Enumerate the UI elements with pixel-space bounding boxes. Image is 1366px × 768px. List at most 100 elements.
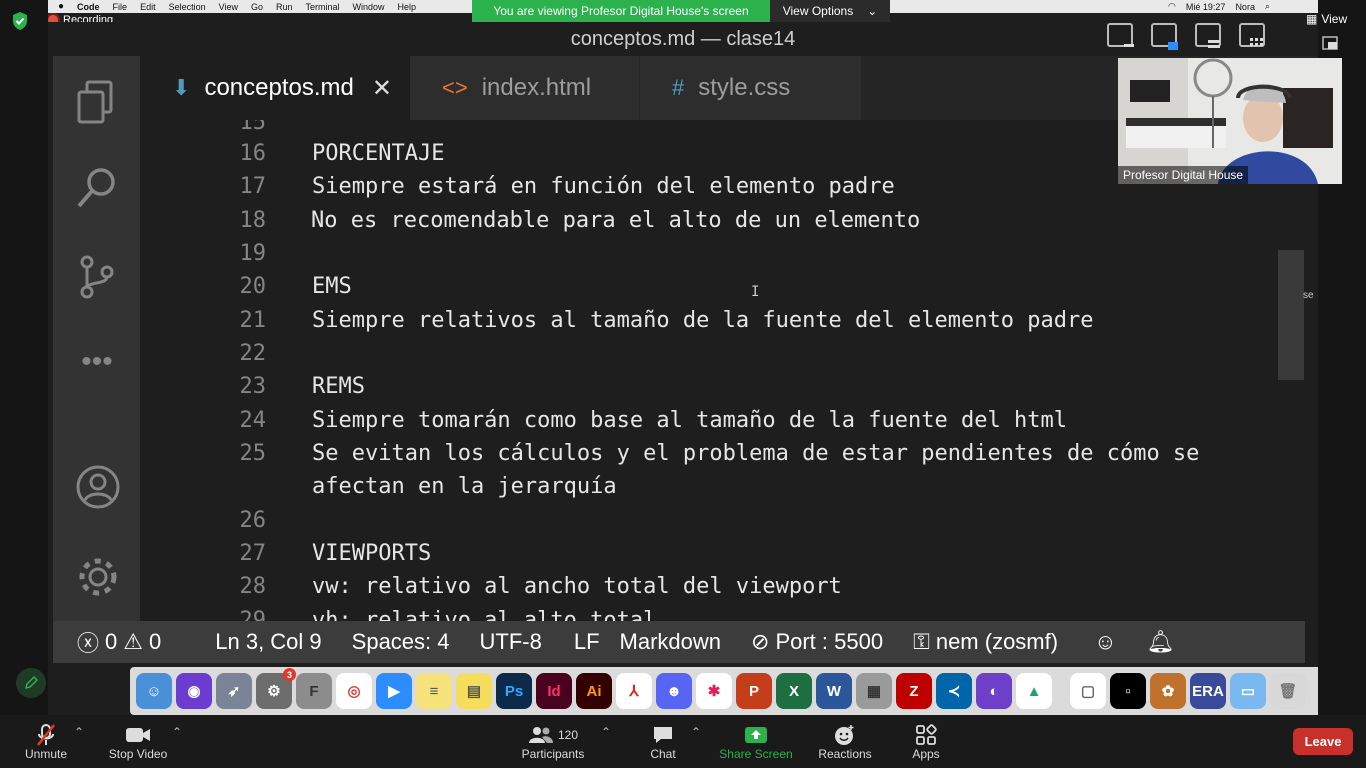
preview-icon[interactable]: ▢ xyxy=(1070,673,1106,709)
tab-index-html[interactable]: <> index.html xyxy=(410,56,639,120)
feedback-icon[interactable]: ☺ xyxy=(1094,629,1116,655)
filezilla-icon[interactable]: Z xyxy=(896,673,932,709)
menu-file[interactable]: File xyxy=(113,2,128,12)
drive-icon[interactable]: ▲ xyxy=(1016,673,1052,709)
code-line[interactable]: vw: relativo al ancho total del viewport xyxy=(312,574,842,599)
font-app-icon[interactable]: F xyxy=(296,673,332,709)
vscode-icon[interactable]: ≺ xyxy=(936,673,972,709)
menu-help[interactable]: Help xyxy=(398,2,417,12)
github-desktop-icon[interactable]: ◐ xyxy=(976,673,1012,709)
source-control-icon[interactable] xyxy=(75,254,119,299)
end-of-line[interactable]: LF xyxy=(574,629,600,655)
photoshop-icon[interactable]: Ps xyxy=(496,673,532,709)
code-editor[interactable]: 15 16 PORCENTAJE 17 Siempre estará en fu… xyxy=(140,120,1318,621)
search-icon[interactable] xyxy=(75,166,119,210)
code-line[interactable]: No es recomendable para el alto de un el… xyxy=(311,208,920,233)
gallery-view-icon[interactable] xyxy=(1238,22,1268,52)
leave-meeting-button[interactable]: Leave xyxy=(1293,728,1353,755)
encoding[interactable]: UTF-8 xyxy=(480,629,542,655)
settings-gear-icon[interactable] xyxy=(75,554,119,598)
notes-icon[interactable]: ≡ xyxy=(416,673,452,709)
menu-window[interactable]: Window xyxy=(353,2,385,12)
menu-view[interactable]: View xyxy=(219,2,238,12)
chrome-icon[interactable]: ◎ xyxy=(336,673,372,709)
line-number: 18 xyxy=(239,208,267,233)
multi-speaker-icon[interactable] xyxy=(1194,22,1224,52)
apps-button[interactable]: Apps xyxy=(904,715,948,768)
account-icon[interactable] xyxy=(75,464,120,509)
menu-edit[interactable]: Edit xyxy=(140,2,156,12)
code-line[interactable]: Se evitan los cálculos y el problema de … xyxy=(312,441,1199,466)
tab-style-css[interactable]: # style.css xyxy=(639,56,861,120)
calculator-icon[interactable]: ▦ xyxy=(856,673,892,709)
code-line[interactable]: Siempre estará en función del elemento p… xyxy=(312,174,895,199)
apple-icon[interactable]: ● xyxy=(58,1,64,12)
annotate-pencil-icon[interactable] xyxy=(16,668,46,698)
menu-selection[interactable]: Selection xyxy=(169,2,206,12)
participants-button[interactable]: 120 Participants xyxy=(520,715,586,768)
chat-chevron-icon[interactable]: ⌃ xyxy=(691,725,701,739)
code-line[interactable]: Siempre tomarán como base al tamaño de l… xyxy=(312,408,1067,433)
unmute-button[interactable]: Unmute xyxy=(18,715,74,768)
participants-chevron-icon[interactable]: ⌃ xyxy=(601,725,611,739)
excel-icon[interactable]: X xyxy=(776,673,812,709)
code-line[interactable]: VIEWPORTS xyxy=(312,541,431,566)
finder-icon[interactable]: ☺ xyxy=(136,673,172,709)
folder-icon[interactable]: ▭ xyxy=(1230,673,1266,709)
zoom-icon[interactable]: ▶ xyxy=(376,673,412,709)
menu-go[interactable]: Go xyxy=(251,2,263,12)
audio-options-chevron-icon[interactable]: ⌃ xyxy=(74,725,84,739)
view-button[interactable]: ▦ View xyxy=(1306,12,1347,26)
close-tab-icon[interactable]: ✕ xyxy=(372,74,392,103)
clock[interactable]: Mié 19:27 xyxy=(1186,2,1226,12)
menu-terminal[interactable]: Terminal xyxy=(306,2,340,12)
slack-icon[interactable]: ✱ xyxy=(696,673,732,709)
speaker-view-icon[interactable] xyxy=(1106,22,1136,52)
acrobat-icon[interactable]: ⅄ xyxy=(616,673,652,709)
security-shield-icon[interactable] xyxy=(11,11,29,36)
code-line-wrapped[interactable]: afectan en la jerarquía xyxy=(312,474,617,499)
discord-icon[interactable]: ☻ xyxy=(656,673,692,709)
problems-indicator[interactable]: ⓧ 0 ⚠ 0 xyxy=(77,626,161,658)
remote-user[interactable]: ⚿ nem (zosmf) xyxy=(913,629,1058,655)
code-line[interactable]: Siempre relativos al tamaño de la fuente… xyxy=(312,308,1093,333)
wifi-icon[interactable]: ◠ xyxy=(1168,1,1176,12)
stickies-icon[interactable]: ▤ xyxy=(456,673,492,709)
code-line[interactable]: REMS xyxy=(312,374,365,399)
menubar-app-name[interactable]: Code xyxy=(77,2,100,12)
photo-icon[interactable]: ✿ xyxy=(1150,673,1186,709)
word-icon[interactable]: W xyxy=(816,673,852,709)
siri-icon[interactable]: ◉ xyxy=(176,673,212,709)
trash-icon[interactable]: 🗑︎ xyxy=(1270,673,1306,709)
code-line[interactable]: EMS xyxy=(312,274,352,299)
terminal-app-icon[interactable]: ▫ xyxy=(1110,673,1146,709)
editor-scrollbar-thumb[interactable] xyxy=(1278,250,1304,380)
era-icon[interactable]: ERA xyxy=(1190,673,1226,709)
more-icon[interactable]: ••• xyxy=(75,347,119,396)
video-options-chevron-icon[interactable]: ⌃ xyxy=(172,725,182,739)
chat-button[interactable]: Chat xyxy=(642,715,684,768)
code-line[interactable]: vh: relativo al alto total xyxy=(312,608,656,621)
menubar-user[interactable]: Nora xyxy=(1235,2,1255,12)
minimize-thumbnail-icon[interactable] xyxy=(1322,36,1338,55)
share-screen-button[interactable]: Share Screen xyxy=(716,715,796,768)
indesign-icon[interactable]: Id xyxy=(536,673,572,709)
language-mode[interactable]: Markdown xyxy=(620,629,721,655)
code-line[interactable]: PORCENTAJE xyxy=(312,141,444,166)
indentation[interactable]: Spaces: 4 xyxy=(352,629,450,655)
explorer-icon[interactable] xyxy=(75,78,119,124)
tab-conceptos-md[interactable]: ⬇ conceptos.md ✕ xyxy=(140,56,410,120)
launchpad-icon[interactable]: ➶ xyxy=(216,673,252,709)
side-by-side-icon[interactable] xyxy=(1150,22,1180,52)
live-server-port[interactable]: ⊘ Port : 5500 xyxy=(751,629,883,655)
illustrator-icon[interactable]: Ai xyxy=(576,673,612,709)
spotlight-icon[interactable]: ⌕ xyxy=(1265,1,1270,12)
menu-run[interactable]: Run xyxy=(276,2,293,12)
reactions-button[interactable]: Reactions xyxy=(814,715,876,768)
system-preferences-icon[interactable]: ⚙ 3 xyxy=(256,668,296,709)
view-options-button[interactable]: View Options ⌄ xyxy=(770,0,890,22)
stop-video-button[interactable]: Stop Video xyxy=(106,715,170,768)
notifications-bell-icon[interactable]: 🔔︎ xyxy=(1147,629,1175,655)
cursor-position[interactable]: Ln 3, Col 9 xyxy=(215,629,321,655)
powerpoint-icon[interactable]: P xyxy=(736,673,772,709)
